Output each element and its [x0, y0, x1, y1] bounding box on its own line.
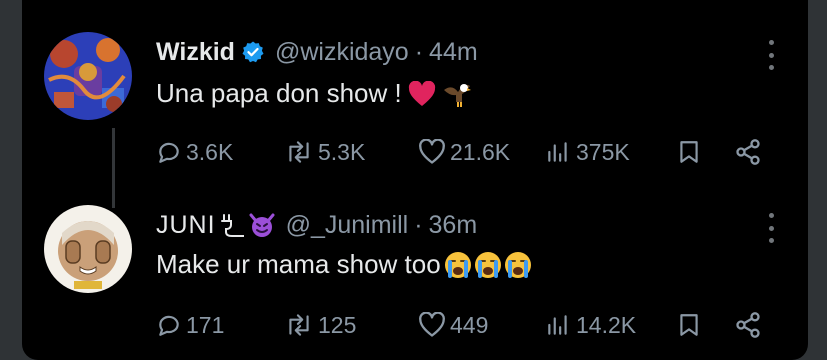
author-handle[interactable]: @_Junimill	[286, 211, 409, 240]
thread-connector-line	[112, 128, 115, 208]
more-options-icon[interactable]	[766, 213, 776, 243]
views-button[interactable]: 14.2K	[544, 305, 636, 345]
tweet-text: Make ur mama show too	[156, 249, 441, 279]
author-name[interactable]: Wizkid	[156, 38, 235, 67]
loudly-crying-face-icon	[503, 250, 533, 280]
tweet-actions: 3.6K 5.3K 21.6K 375K	[156, 132, 776, 172]
repost-icon	[289, 314, 309, 336]
loudly-crying-face-icon	[473, 250, 503, 280]
like-count: 449	[450, 311, 489, 338]
share-icon	[736, 312, 760, 338]
timestamp[interactable]: 36m	[429, 211, 478, 240]
loudly-crying-face-icon	[443, 250, 473, 280]
reply-icon	[159, 315, 179, 336]
reply-count: 171	[186, 311, 225, 338]
red-heart-icon	[408, 80, 436, 107]
share-button[interactable]	[734, 305, 762, 345]
reply-button[interactable]: 171	[156, 305, 224, 345]
reply-count: 3.6K	[186, 138, 234, 165]
views-button[interactable]: 375K	[544, 132, 630, 172]
timestamp[interactable]: 44m	[429, 38, 478, 67]
separator-dot: ·	[414, 210, 423, 239]
bookmark-icon	[680, 141, 698, 163]
tweet-actions: 171 125 449 14.2K	[156, 305, 776, 345]
heart-icon	[419, 312, 445, 337]
verified-badge-icon	[241, 40, 265, 64]
separator-dot: ·	[414, 37, 424, 66]
views-count: 375K	[576, 138, 630, 165]
avatar[interactable]	[44, 205, 132, 293]
bookmark-button[interactable]	[676, 305, 702, 345]
repost-button[interactable]: 125	[284, 305, 356, 345]
heart-icon	[419, 139, 445, 164]
like-button[interactable]: 21.6K	[418, 132, 510, 172]
like-button[interactable]: 449	[418, 305, 488, 345]
repost-count: 125	[318, 311, 357, 338]
reply-button[interactable]: 3.6K	[156, 132, 233, 172]
repost-icon	[289, 141, 309, 163]
like-count: 21.6K	[450, 138, 511, 165]
share-button[interactable]	[734, 132, 762, 172]
avatar[interactable]	[44, 32, 132, 120]
thread-card: Wizkid @wizkidayo · 44m Una papa don sho…	[22, 0, 808, 360]
reply-icon	[159, 142, 179, 163]
author-name[interactable]: JUNI	[156, 211, 216, 240]
bookmark-icon	[680, 314, 698, 336]
views-chart-icon	[548, 315, 567, 335]
views-chart-icon	[548, 142, 567, 162]
plug-icon	[218, 212, 244, 238]
author-handle[interactable]: @wizkidayo	[275, 38, 409, 67]
repost-button[interactable]: 5.3K	[284, 132, 365, 172]
views-count: 14.2K	[576, 311, 637, 338]
bookmark-button[interactable]	[676, 132, 702, 172]
eagle-icon	[442, 80, 472, 108]
repost-count: 5.3K	[318, 138, 366, 165]
share-icon	[736, 139, 760, 165]
more-options-icon[interactable]	[766, 40, 776, 70]
tweet-text: Una papa don show !	[156, 78, 402, 108]
smiling-devil-emoji-icon	[248, 212, 276, 238]
